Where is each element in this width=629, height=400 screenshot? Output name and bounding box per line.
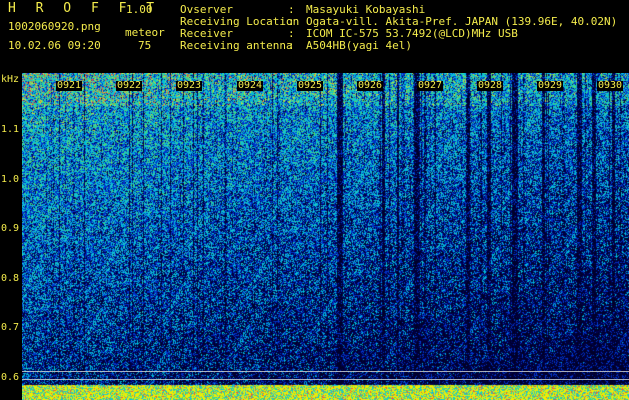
y-tick-0-6: 0.6	[1, 372, 20, 383]
y-axis-unit: kHz	[1, 74, 20, 85]
y-tick-0-7: 0.7	[1, 322, 20, 333]
mode-label: meteor	[125, 26, 165, 39]
antenna-colon: :	[288, 39, 295, 52]
file-name: 1002060920.png	[8, 20, 101, 33]
x-tick-0921: 0921	[56, 80, 83, 91]
x-tick-0922: 0922	[116, 80, 143, 91]
x-tick-0926: 0926	[357, 80, 384, 91]
x-tick-0924: 0924	[237, 80, 264, 91]
antenna-label: Receiving antenna	[180, 39, 293, 52]
date-time: 10.02.06 09:20	[8, 39, 101, 52]
meteor-count: 75	[138, 39, 152, 52]
y-axis: kHz 1.1 1.0 0.9 0.8 0.7 0.6	[0, 73, 22, 400]
y-tick-0-9: 0.9	[1, 223, 20, 234]
reference-line-upper	[22, 371, 629, 372]
y-tick-1-0: 1.0	[1, 174, 20, 185]
antenna-value: A504HB(yagi 4el)	[306, 39, 412, 52]
x-tick-0923: 0923	[176, 80, 203, 91]
reference-line-lower	[22, 379, 629, 380]
y-tick-0-8: 0.8	[1, 273, 20, 284]
x-tick-0930: 0930	[597, 80, 624, 91]
x-tick-0929: 0929	[537, 80, 564, 91]
header-panel: H R O F F T 1.00 1002060920.png meteor 1…	[0, 0, 629, 73]
y-tick-1-1: 1.1	[1, 124, 20, 135]
app-version: 1.00	[126, 3, 153, 16]
x-tick-0925: 0925	[297, 80, 324, 91]
x-tick-0928: 0928	[477, 80, 504, 91]
spectrogram	[22, 73, 629, 400]
x-tick-0927: 0927	[417, 80, 444, 91]
